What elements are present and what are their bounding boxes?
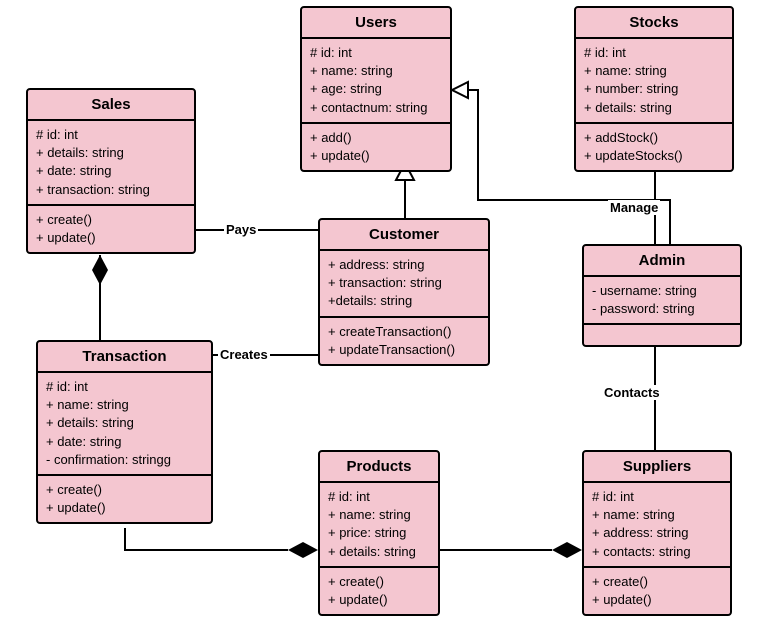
class-operations: + create() + update() <box>320 568 438 614</box>
class-title: Sales <box>28 90 194 121</box>
class-users: Users # id: int + name: string + age: st… <box>300 6 452 172</box>
class-operations: + add() + update() <box>302 124 450 170</box>
class-operations: + create() + update() <box>28 206 194 252</box>
class-attributes: - username: string - password: string <box>584 277 740 325</box>
class-attributes: # id: int + name: string + address: stri… <box>584 483 730 568</box>
class-title: Customer <box>320 220 488 251</box>
class-title: Products <box>320 452 438 483</box>
class-customer: Customer + address: string + transaction… <box>318 218 490 366</box>
class-attributes: # id: int + name: string + age: string +… <box>302 39 450 124</box>
class-attributes: # id: int + details: string + date: stri… <box>28 121 194 206</box>
class-operations: + createTransaction() + updateTransactio… <box>320 318 488 364</box>
class-title: Suppliers <box>584 452 730 483</box>
class-operations: + create() + update() <box>38 476 211 522</box>
rel-label-pays: Pays <box>224 222 258 237</box>
class-title: Users <box>302 8 450 39</box>
class-transaction: Transaction # id: int + name: string + d… <box>36 340 213 524</box>
class-operations: + addStock() + updateStocks() <box>576 124 732 170</box>
rel-label-manage: Manage <box>608 200 660 215</box>
class-stocks: Stocks # id: int + name: string + number… <box>574 6 734 172</box>
class-attributes: + address: string + transaction: string … <box>320 251 488 318</box>
class-attributes: # id: int + name: string + details: stri… <box>38 373 211 476</box>
class-title: Stocks <box>576 8 732 39</box>
class-attributes: # id: int + name: string + number: strin… <box>576 39 732 124</box>
class-title: Transaction <box>38 342 211 373</box>
class-title: Admin <box>584 246 740 277</box>
class-admin: Admin - username: string - password: str… <box>582 244 742 347</box>
class-operations <box>584 325 740 345</box>
rel-label-creates: Creates <box>218 347 270 362</box>
class-attributes: # id: int + name: string + price: string… <box>320 483 438 568</box>
class-products: Products # id: int + name: string + pric… <box>318 450 440 616</box>
class-suppliers: Suppliers # id: int + name: string + add… <box>582 450 732 616</box>
class-sales: Sales # id: int + details: string + date… <box>26 88 196 254</box>
class-operations: + create() + update() <box>584 568 730 614</box>
rel-label-contacts: Contacts <box>602 385 662 400</box>
